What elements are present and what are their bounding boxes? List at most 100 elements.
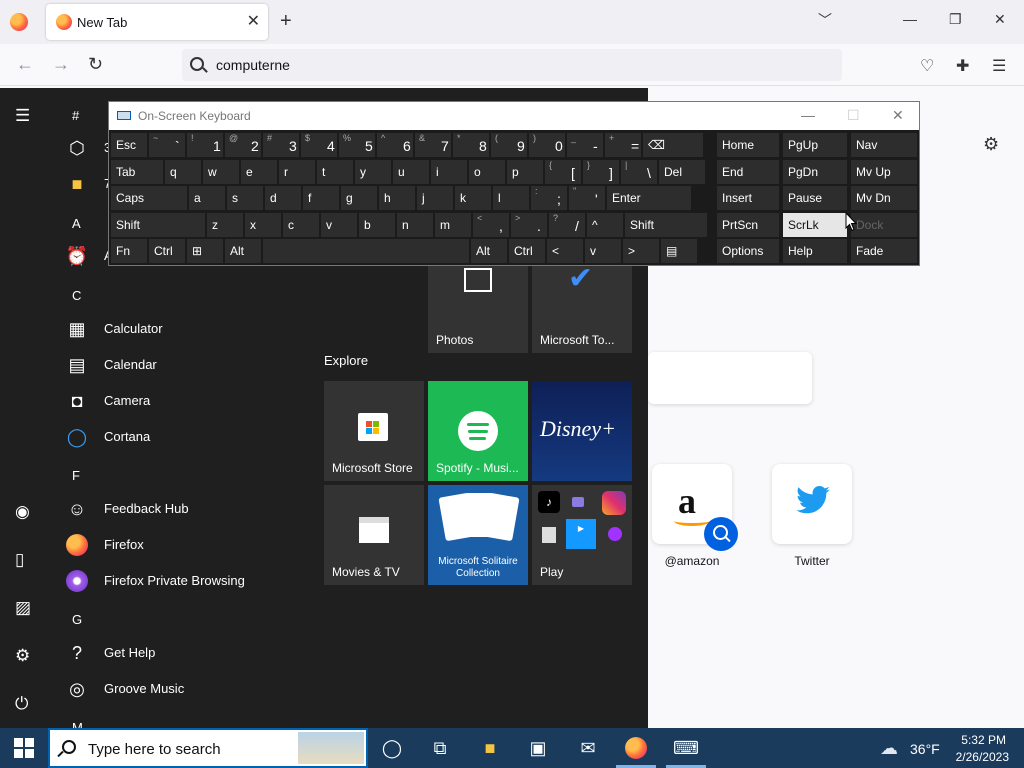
osk-key[interactable]: ! 1: [187, 133, 223, 157]
osk-key[interactable]: Caps: [111, 186, 187, 210]
letter-header[interactable]: C: [72, 288, 81, 303]
osk-nav-key[interactable]: PgDn: [783, 160, 847, 184]
osk-key[interactable]: j: [417, 186, 453, 210]
osk-nav-key[interactable]: Options: [717, 239, 779, 263]
top-site-twitter[interactable]: [772, 464, 852, 544]
new-tab-plus-icon[interactable]: +: [280, 10, 292, 33]
ntp-settings-gear-icon[interactable]: ⚙: [983, 134, 999, 155]
letter-header[interactable]: #: [72, 108, 79, 123]
app-camera[interactable]: ◘ Camera: [64, 385, 304, 417]
osk-nav-key[interactable]: Fade: [851, 239, 917, 263]
osk-key[interactable]: ^: [587, 213, 623, 237]
osk-nav-key[interactable]: End: [717, 160, 779, 184]
osk-key[interactable]: Shift: [625, 213, 707, 237]
osk-key[interactable]: v: [585, 239, 621, 263]
tile-movies-tv[interactable]: Movies & TV: [324, 485, 424, 585]
osk-key[interactable]: a: [189, 186, 225, 210]
documents-icon[interactable]: ▯: [15, 550, 24, 570]
firefox-view-icon[interactable]: [10, 13, 28, 31]
osk-key[interactable]: & 7: [415, 133, 451, 157]
osk-key[interactable]: (9: [491, 133, 527, 157]
osk-key[interactable]: % 5: [339, 133, 375, 157]
power-icon[interactable]: ⏻: [15, 694, 28, 714]
app-firefox[interactable]: Firefox: [64, 529, 304, 561]
osk-nav-key[interactable]: PrtScn: [717, 213, 779, 237]
firefox-taskbar-icon[interactable]: [624, 736, 648, 760]
osk-key[interactable]: l: [493, 186, 529, 210]
close-icon[interactable]: ✕: [892, 107, 904, 124]
cloud-weather-icon[interactable]: ☁: [877, 736, 901, 760]
back-arrow-icon[interactable]: ←: [16, 54, 34, 75]
letter-header[interactable]: F: [72, 468, 80, 483]
osk-key[interactable]: | \: [621, 160, 657, 184]
osk-key[interactable]: f: [303, 186, 339, 210]
osk-key[interactable]: t: [317, 160, 353, 184]
osk-nav-key[interactable]: ScrLk: [783, 213, 847, 237]
list-all-tabs-chevron-icon[interactable]: ﹀: [818, 10, 832, 30]
osk-key[interactable]: Alt: [471, 239, 507, 263]
osk-key[interactable]: ) 0: [529, 133, 565, 157]
osk-key[interactable]: ? /: [549, 213, 585, 237]
clock-date[interactable]: 2/26/2023: [953, 750, 1009, 764]
osk-key[interactable]: g: [341, 186, 377, 210]
osk-nav-key[interactable]: Nav: [851, 133, 917, 157]
osk-key[interactable]: ~ `: [149, 133, 185, 157]
osk-key[interactable]: {[: [545, 160, 581, 184]
osk-key[interactable]: o: [469, 160, 505, 184]
app-calendar[interactable]: ▤ Calendar: [64, 349, 304, 381]
osk-key[interactable]: Shift: [111, 213, 205, 237]
windows-start-icon[interactable]: [14, 738, 34, 758]
app-cortana[interactable]: ◯ Cortana: [64, 421, 304, 453]
osk-nav-key[interactable]: Mv Dn: [851, 186, 917, 210]
osk-key[interactable]: * 8: [453, 133, 489, 157]
osk-key[interactable]: Fn: [111, 239, 147, 263]
user-account-icon[interactable]: ◉: [15, 502, 30, 522]
tab-new-tab[interactable]: New Tab ✕: [46, 4, 268, 40]
mail-icon[interactable]: ✉: [576, 736, 600, 760]
tile-spotify[interactable]: Spotify - Musi...: [428, 381, 528, 481]
osk-key[interactable]: r: [279, 160, 315, 184]
clock-time[interactable]: 5:32 PM: [956, 733, 1006, 747]
osk-key[interactable]: " ': [569, 186, 605, 210]
osk-nav-key[interactable]: Home: [717, 133, 779, 157]
osk-key[interactable]: Enter: [607, 186, 691, 210]
osk-key[interactable]: @2: [225, 133, 261, 157]
ntp-search-box[interactable]: [648, 352, 812, 404]
microsoft-store-icon[interactable]: ▣: [526, 736, 550, 760]
osk-nav-key[interactable]: Help: [783, 239, 847, 263]
tile-microsoft-store[interactable]: Microsoft Store: [324, 381, 424, 481]
osk-key[interactable]: x: [245, 213, 281, 237]
osk-key[interactable]: v: [321, 213, 357, 237]
tab-close-icon[interactable]: ✕: [247, 11, 260, 31]
osk-key[interactable]: ^ 6: [377, 133, 413, 157]
osk-key[interactable]: #3: [263, 133, 299, 157]
osk-key[interactable]: }]: [583, 160, 619, 184]
hamburger-menu-icon[interactable]: ☰: [992, 56, 1006, 76]
osk-key[interactable]: Del: [659, 160, 705, 184]
osk-key[interactable]: b: [359, 213, 395, 237]
osk-nav-key[interactable]: Pause: [783, 186, 847, 210]
osk-key[interactable]: >.: [511, 213, 547, 237]
osk-key[interactable]: z: [207, 213, 243, 237]
osk-key[interactable]: i: [431, 160, 467, 184]
app-firefox-private[interactable]: Firefox Private Browsing: [64, 565, 304, 597]
taskbar-search-box[interactable]: Type here to search: [48, 728, 368, 768]
url-bar[interactable]: computerne: [182, 49, 842, 81]
on-screen-keyboard-taskbar-icon[interactable]: ⌨: [673, 736, 699, 760]
cortana-icon[interactable]: ◯: [380, 736, 404, 760]
tile-play-folder[interactable]: ♪ ▶ Play: [532, 485, 632, 585]
osk-key[interactable]: $4: [301, 133, 337, 157]
app-calculator[interactable]: ▦ Calculator: [64, 313, 304, 345]
osk-key[interactable]: n: [397, 213, 433, 237]
osk-key[interactable]: [263, 239, 469, 263]
pocket-icon[interactable]: ♡: [920, 56, 934, 76]
tile-photos[interactable]: Photos: [428, 253, 528, 353]
app-feedback-hub[interactable]: ☺ Feedback Hub: [64, 493, 304, 525]
osk-key[interactable]: w: [203, 160, 239, 184]
file-explorer-icon[interactable]: ■: [478, 736, 502, 760]
osk-key[interactable]: + =: [605, 133, 641, 157]
reload-icon[interactable]: ↻: [88, 54, 103, 75]
minimize-icon[interactable]: —: [903, 11, 917, 27]
weather-temperature[interactable]: 36°F: [910, 741, 940, 757]
minimize-icon[interactable]: —: [801, 107, 815, 123]
